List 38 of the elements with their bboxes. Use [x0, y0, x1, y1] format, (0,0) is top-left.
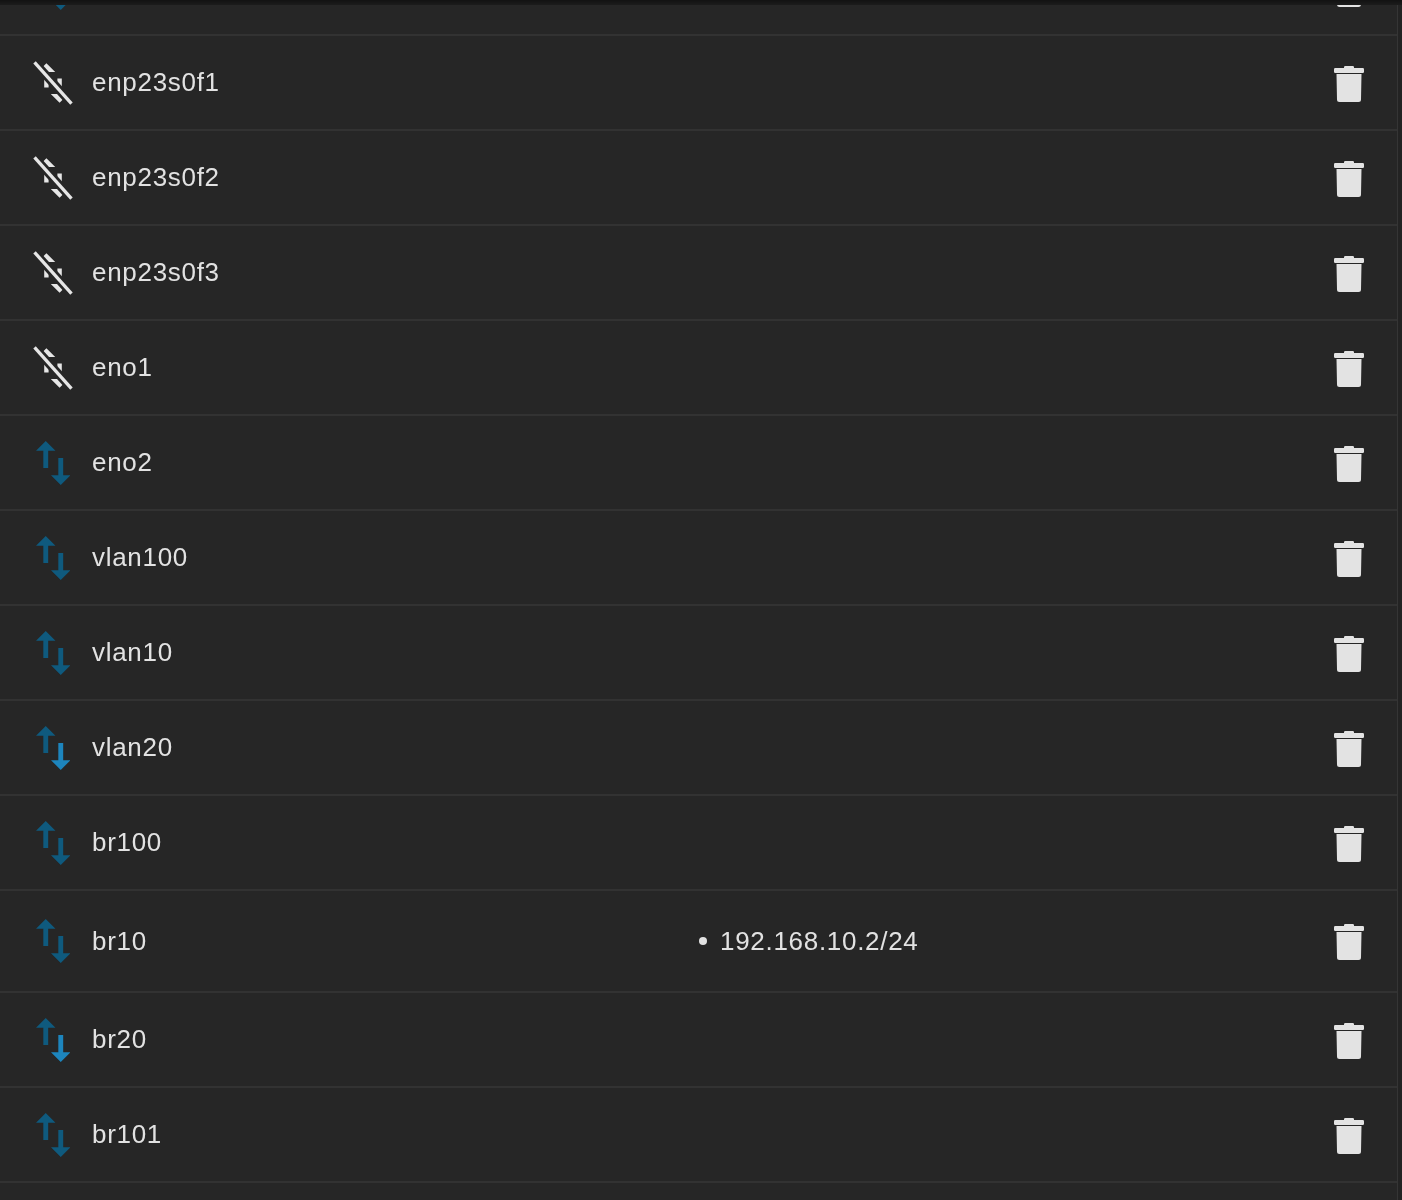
interface-name: br10 — [92, 925, 147, 956]
interface-name: eno2 — [92, 447, 153, 477]
trash-icon — [1334, 350, 1364, 387]
delete-button[interactable] — [1334, 825, 1364, 862]
interface-name: enp23s0f2 — [92, 162, 220, 192]
trash-icon — [1334, 160, 1364, 197]
interface-name: br101 — [92, 1119, 162, 1149]
trash-icon — [1334, 635, 1364, 672]
trash-icon — [1334, 255, 1364, 292]
bullet-icon — [699, 937, 707, 945]
delete-button[interactable] — [1334, 1022, 1364, 1059]
delete-button[interactable] — [1334, 730, 1364, 767]
interface-name: vlan10 — [92, 637, 173, 667]
delete-button[interactable] — [1334, 350, 1364, 387]
interface-name: enp23s0f3 — [92, 257, 220, 287]
ip-address: 192.168.10.2/24 — [720, 925, 919, 957]
interface-name: vlan100 — [92, 542, 188, 572]
trash-icon — [1334, 825, 1364, 862]
delete-button[interactable] — [1334, 255, 1364, 292]
delete-button[interactable] — [1334, 540, 1364, 577]
interface-name: br100 — [92, 827, 162, 857]
trash-icon — [1334, 65, 1364, 102]
delete-button[interactable] — [1334, 445, 1364, 482]
trash-icon — [1334, 1117, 1364, 1154]
interface-name: br20 — [92, 1024, 147, 1054]
interface-name: vlan20 — [92, 732, 173, 762]
trash-icon — [1334, 1022, 1364, 1059]
interface-name: enp23s0f1 — [92, 67, 220, 97]
trash-icon — [1334, 924, 1364, 960]
delete-button[interactable] — [1334, 1117, 1364, 1154]
delete-button[interactable] — [1334, 160, 1364, 197]
delete-button[interactable] — [1334, 65, 1364, 102]
trash-icon — [1334, 730, 1364, 767]
trash-icon — [1334, 540, 1364, 577]
delete-button[interactable] — [1334, 635, 1364, 672]
delete-button[interactable] — [1334, 924, 1364, 960]
interface-name: eno1 — [92, 352, 153, 382]
trash-icon — [1334, 445, 1364, 482]
